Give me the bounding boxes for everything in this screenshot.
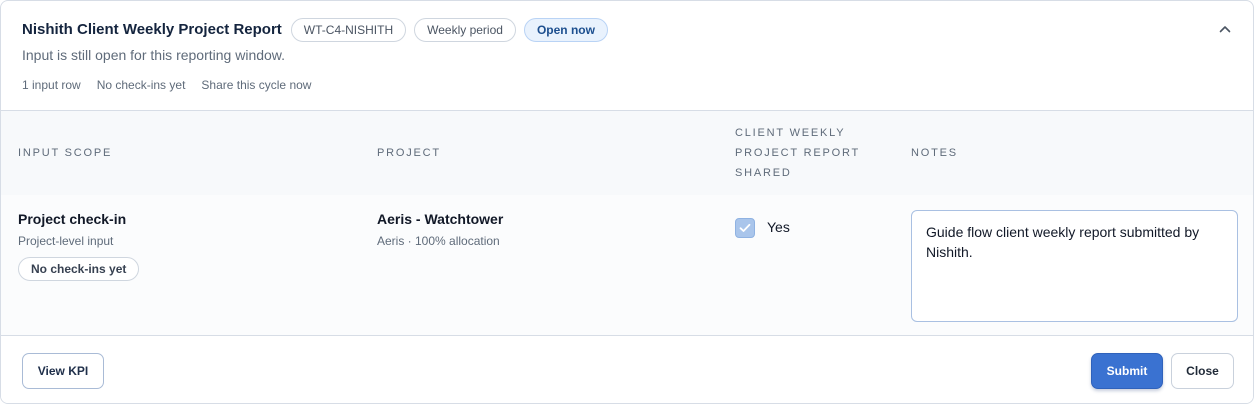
column-report-shared: Client Weekly Project Report Shared (735, 123, 860, 183)
checkins-badge: No check-ins yet (18, 257, 140, 281)
report-header: Nishith Client Weekly Project Report WT-… (1, 1, 1253, 110)
report-title: Nishith Client Weekly Project Report (22, 21, 282, 38)
status-badge: Open now (523, 17, 608, 42)
meta-row-count: 1 input row (22, 78, 81, 92)
column-report-shared-line2: Project Report (735, 147, 861, 159)
meta-share-hint: Share this cycle now (201, 78, 312, 92)
report-subtitle: Input is still open for this reporting w… (22, 47, 286, 63)
period-chip: Weekly period (414, 17, 516, 42)
project-subtitle: Aeris · 100% allocation (377, 234, 500, 248)
column-input-scope: Input Scope (18, 147, 113, 159)
column-project: Project (377, 147, 441, 159)
card-footer: View KPI Submit Close (1, 335, 1253, 403)
input-table: Input Scope Project Client Weekly Projec… (1, 110, 1253, 336)
meta-checkins: No check-ins yet (96, 78, 186, 92)
submit-button[interactable]: Submit (1091, 353, 1163, 389)
scope-subtitle: Project-level input (18, 234, 114, 248)
view-kpi-button[interactable]: View KPI (22, 353, 104, 389)
table-header: Input Scope Project Client Weekly Projec… (1, 111, 1253, 195)
checkmark-icon (739, 223, 751, 232)
close-button[interactable]: Close (1171, 353, 1234, 389)
report-code-chip: WT-C4-NISHITH (290, 17, 407, 42)
title-row: Nishith Client Weekly Project Report WT-… (22, 17, 616, 42)
report-shared-checkbox[interactable] (735, 218, 755, 238)
report-card: Nishith Client Weekly Project Report WT-… (0, 0, 1254, 404)
chevron-up-icon (1219, 26, 1231, 33)
project-title: Aeris - Watchtower (377, 211, 504, 227)
scope-title: Project check-in (18, 211, 127, 227)
collapse-button[interactable] (1215, 19, 1235, 39)
report-shared-label: Yes (767, 219, 790, 235)
report-meta: 1 input row No check-ins yet Share this … (22, 78, 327, 92)
column-report-shared-line3: Shared (735, 167, 792, 179)
column-notes: Notes (911, 147, 958, 159)
notes-input[interactable]: Guide flow client weekly report submitte… (911, 210, 1238, 322)
column-report-shared-line1: Client Weekly (735, 127, 846, 139)
